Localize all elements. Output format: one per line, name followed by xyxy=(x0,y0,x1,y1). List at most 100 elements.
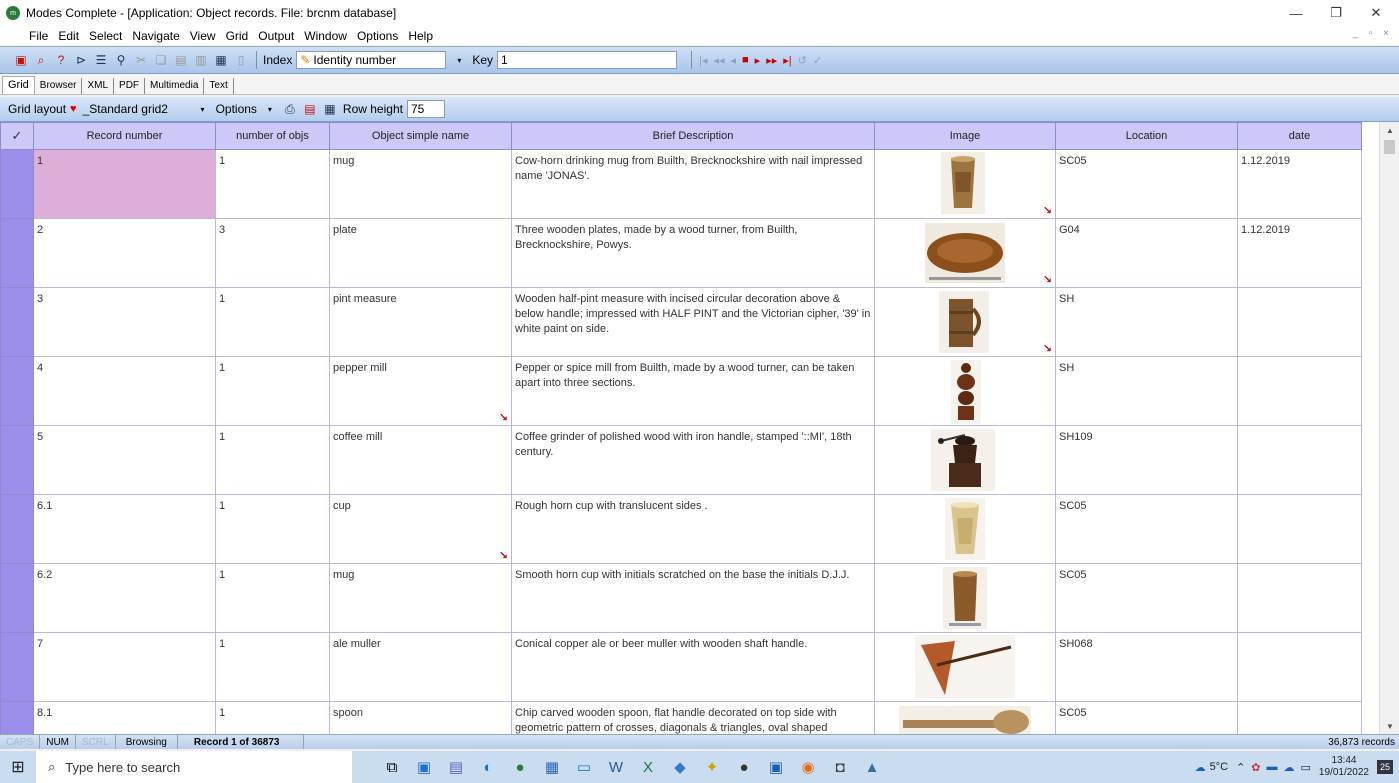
tab-multimedia[interactable]: Multimedia xyxy=(145,78,205,94)
close-button[interactable]: ✕ xyxy=(1356,0,1396,26)
weather-icon[interactable]: ☁ xyxy=(1195,761,1206,774)
object-name-cell[interactable]: spoon xyxy=(329,701,512,734)
date-cell[interactable] xyxy=(1237,563,1362,633)
tab-browser[interactable]: Browser xyxy=(35,78,83,94)
image-cell[interactable] xyxy=(874,632,1056,702)
table-row[interactable]: 5 1 coffee mill Coffee grinder of polish… xyxy=(0,425,1362,495)
find-icon[interactable]: ⌕ xyxy=(32,51,50,69)
table-row[interactable]: 2 3 plate Three wooden plates, made by a… xyxy=(0,218,1362,288)
description-cell[interactable]: Cow-horn drinking mug from Builth, Breck… xyxy=(511,149,875,219)
tab-xml[interactable]: XML xyxy=(82,78,115,94)
date-cell[interactable] xyxy=(1237,632,1362,702)
record-number-cell[interactable]: 6.1 xyxy=(33,494,216,564)
column-header-object-simple-name[interactable]: Object simple name xyxy=(329,122,512,150)
table-row[interactable]: 3 1 pint measure Wooden half-pint measur… xyxy=(0,287,1362,357)
date-cell[interactable]: 1.12.2019 xyxy=(1237,218,1362,288)
scroll-down-icon[interactable]: ▼ xyxy=(1380,718,1399,734)
fast-back-icon[interactable]: ◂◂ xyxy=(713,54,724,67)
date-cell[interactable] xyxy=(1237,356,1362,426)
image-cell[interactable] xyxy=(874,563,1056,633)
cut-icon[interactable]: ✂ xyxy=(132,51,150,69)
network-icon[interactable]: ▭ xyxy=(1301,761,1311,774)
table-row[interactable]: 6.1 1 cup ↘ Rough horn cup with transluc… xyxy=(0,494,1362,564)
object-name-cell[interactable]: mug xyxy=(329,563,512,633)
record-number-cell[interactable]: 1 xyxy=(33,149,216,219)
row-selector[interactable] xyxy=(0,287,34,357)
store-icon[interactable]: ◘ xyxy=(824,751,856,783)
tab-pdf[interactable]: PDF xyxy=(114,78,146,94)
export-icon[interactable]: ▤ xyxy=(301,100,319,118)
undo-icon[interactable]: ↺ xyxy=(798,54,807,67)
zoom-icon[interactable]: ⚲ xyxy=(112,51,130,69)
record-number-cell[interactable]: 2 xyxy=(33,218,216,288)
record-number-cell[interactable]: 3 xyxy=(33,287,216,357)
location-cell[interactable]: SH109 xyxy=(1055,425,1238,495)
menu-select[interactable]: Select xyxy=(84,29,127,43)
delete-icon[interactable]: ▥ xyxy=(192,51,210,69)
location-cell[interactable]: SC05 xyxy=(1055,563,1238,633)
tray-app-icon[interactable]: ▬ xyxy=(1267,761,1278,773)
number-of-objs-cell[interactable]: 1 xyxy=(215,494,330,564)
row-selector[interactable] xyxy=(0,356,34,426)
date-cell[interactable] xyxy=(1237,287,1362,357)
description-cell[interactable]: Smooth horn cup with initials scratched … xyxy=(511,563,875,633)
location-cell[interactable]: SC05 xyxy=(1055,494,1238,564)
object-name-cell[interactable]: pint measure xyxy=(329,287,512,357)
number-of-objs-cell[interactable]: 1 xyxy=(215,287,330,357)
vertical-scrollbar[interactable]: ▲ ▼ xyxy=(1379,122,1399,734)
image-cell[interactable] xyxy=(874,356,1056,426)
location-cell[interactable]: G04 xyxy=(1055,218,1238,288)
number-of-objs-cell[interactable]: 1 xyxy=(215,701,330,734)
row-selector[interactable] xyxy=(0,701,34,734)
description-cell[interactable]: Conical copper ale or beer muller with w… xyxy=(511,632,875,702)
row-selector[interactable] xyxy=(0,563,34,633)
query-icon[interactable]: ? xyxy=(52,51,70,69)
tab-text[interactable]: Text xyxy=(204,78,234,94)
number-of-objs-cell[interactable]: 1 xyxy=(215,632,330,702)
image-cell[interactable]: ↘ xyxy=(874,149,1056,219)
row-selector[interactable] xyxy=(0,632,34,702)
list-icon[interactable]: ☰ xyxy=(92,51,110,69)
last-record-icon[interactable]: ▸| xyxy=(783,54,791,67)
chrome-icon[interactable]: ◉ xyxy=(792,751,824,783)
grid-icon[interactable]: ▦ xyxy=(212,51,230,69)
key-field[interactable]: 1 xyxy=(497,51,678,69)
row-height-field[interactable]: 75 xyxy=(406,100,445,118)
first-record-icon[interactable]: |◂ xyxy=(699,54,707,67)
object-name-cell[interactable]: mug xyxy=(329,149,512,219)
new-record-icon[interactable]: ▣ xyxy=(12,51,30,69)
location-cell[interactable]: SH xyxy=(1055,287,1238,357)
tray-app-icon[interactable]: ✿ xyxy=(1251,761,1260,774)
location-cell[interactable]: SH068 xyxy=(1055,632,1238,702)
taskbar-app-icon[interactable]: ▣ xyxy=(408,751,440,783)
grid-layout-select[interactable]: _Standard grid2 xyxy=(80,100,194,118)
edge-icon[interactable]: ◐ xyxy=(472,751,504,783)
row-selector[interactable] xyxy=(0,149,34,219)
modes-icon[interactable]: ● xyxy=(504,751,536,783)
table-row[interactable]: 1 1 mug Cow-horn drinking mug from Built… xyxy=(0,149,1362,219)
menu-navigate[interactable]: Navigate xyxy=(127,29,184,43)
tab-grid[interactable]: Grid xyxy=(2,76,35,94)
notifications-badge[interactable]: 25 xyxy=(1376,760,1393,774)
description-cell[interactable]: Rough horn cup with translucent sides . xyxy=(511,494,875,564)
number-of-objs-cell[interactable]: 1 xyxy=(215,356,330,426)
select-all-cell[interactable]: ✓ xyxy=(0,122,34,150)
windows-start-icon[interactable]: ⊞ xyxy=(0,751,36,783)
menu-window[interactable]: Window xyxy=(299,29,352,43)
column-header-brief-description[interactable]: Brief Description xyxy=(511,122,875,150)
menu-file[interactable]: File xyxy=(24,29,53,43)
date-cell[interactable] xyxy=(1237,701,1362,734)
image-cell[interactable] xyxy=(874,701,1056,734)
date-cell[interactable] xyxy=(1237,425,1362,495)
columns-icon[interactable]: ▦ xyxy=(321,100,339,118)
table-row[interactable]: 6.2 1 mug Smooth horn cup with initials … xyxy=(0,563,1362,633)
clock[interactable]: 13:44 19/01/2022 xyxy=(1319,755,1369,779)
object-name-cell[interactable]: plate xyxy=(329,218,512,288)
paste-icon[interactable]: ▤ xyxy=(172,51,190,69)
description-cell[interactable]: Coffee grinder of polished wood with iro… xyxy=(511,425,875,495)
tray-chevron-icon[interactable]: ⌃ xyxy=(1236,761,1245,774)
menu-edit[interactable]: Edit xyxy=(53,29,84,43)
number-of-objs-cell[interactable]: 1 xyxy=(215,563,330,633)
next-record-icon[interactable]: ▸ xyxy=(755,54,761,67)
taskbar-app-icon[interactable]: ✦ xyxy=(696,751,728,783)
